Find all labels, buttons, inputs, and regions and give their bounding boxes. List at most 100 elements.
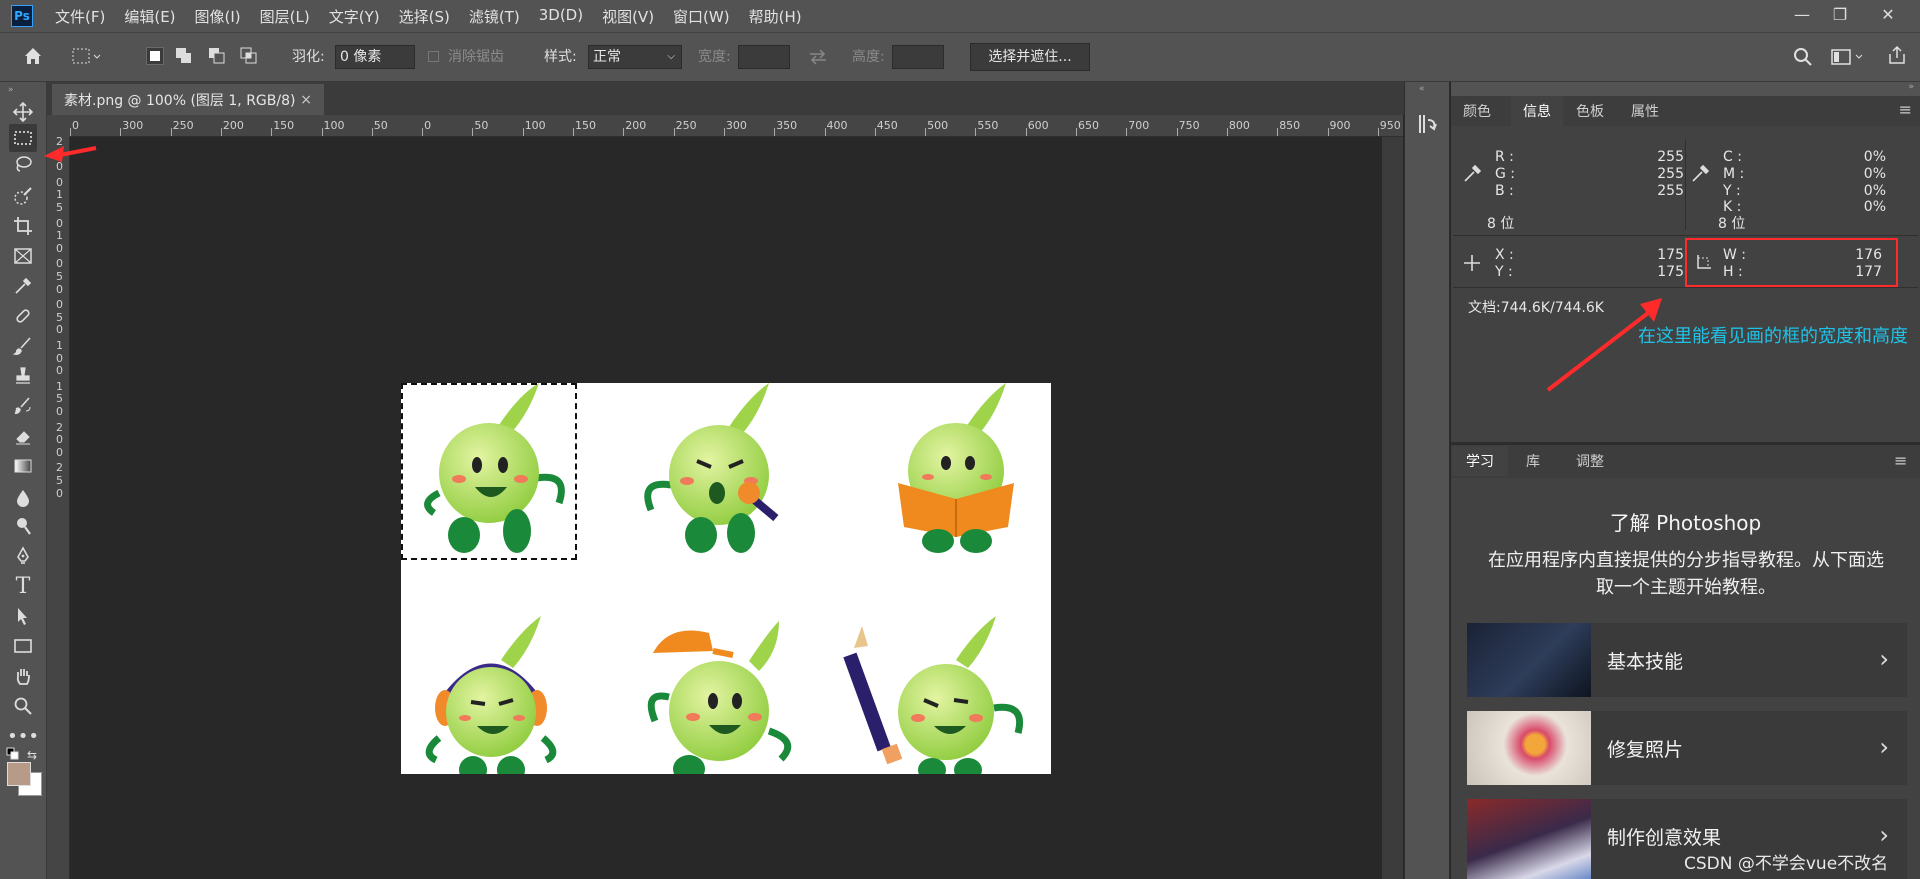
width-label: 宽度: bbox=[698, 49, 731, 65]
workspace-icon[interactable] bbox=[1830, 46, 1866, 72]
c-value: 0% bbox=[1863, 149, 1886, 165]
subtract-selection-icon[interactable] bbox=[208, 47, 226, 65]
intersect-selection-icon[interactable] bbox=[240, 47, 258, 65]
add-selection-icon[interactable] bbox=[175, 47, 193, 65]
new-selection-icon[interactable] bbox=[146, 47, 164, 65]
ruler-tick-label: 200 bbox=[222, 119, 244, 132]
pen-tool-icon[interactable] bbox=[9, 542, 37, 570]
menu-help[interactable]: 帮助(H) bbox=[749, 6, 802, 27]
gradient-tool-icon[interactable] bbox=[9, 452, 37, 480]
eraser-tool-icon[interactable] bbox=[9, 422, 37, 450]
ruler-tick-label: 0 bbox=[56, 257, 63, 271]
close-window-button[interactable]: ✕ bbox=[1868, 0, 1908, 28]
vertical-ruler[interactable]: 200015010050050100150200250 bbox=[47, 135, 70, 879]
info-divider-h2 bbox=[1453, 287, 1918, 288]
menu-select[interactable]: 选择(S) bbox=[399, 6, 450, 27]
m-label: M : bbox=[1723, 166, 1745, 182]
menu-bar: Ps 文件(F) 编辑(E) 图像(I) 图层(L) 文字(Y) 选择(S) 滤… bbox=[0, 0, 1920, 32]
rectangle-tool-icon[interactable] bbox=[9, 632, 37, 660]
history-brush-tool-icon[interactable] bbox=[9, 392, 37, 420]
frame-tool-icon[interactable] bbox=[9, 242, 37, 270]
ruler-tick-label: 50 bbox=[373, 119, 388, 132]
rectangular-marquee-tool-icon[interactable] bbox=[9, 124, 37, 152]
height-input[interactable] bbox=[892, 45, 944, 69]
info-divider-v bbox=[1685, 140, 1686, 230]
antialias-checkbox[interactable] bbox=[428, 51, 439, 62]
tab-color[interactable]: 颜色 bbox=[1451, 96, 1503, 126]
select-and-mask-button[interactable]: 选择并遮住... bbox=[970, 43, 1090, 71]
menu-type[interactable]: 文字(Y) bbox=[329, 6, 380, 27]
path-selection-tool-icon[interactable] bbox=[9, 602, 37, 630]
brush-tool-icon[interactable] bbox=[9, 332, 37, 360]
menu-3d[interactable]: 3D(D) bbox=[539, 6, 583, 27]
tab-adjustments[interactable]: 调整 bbox=[1558, 446, 1622, 476]
marquee-preset-icon[interactable] bbox=[70, 46, 102, 72]
style-select[interactable]: 正常 ⌵ bbox=[588, 45, 682, 69]
panel-menu-icon[interactable]: ≡ bbox=[1899, 100, 1912, 119]
ruler-origin[interactable] bbox=[47, 115, 70, 137]
home-icon[interactable] bbox=[22, 45, 44, 71]
swap-colors-icon[interactable]: ⇆ bbox=[27, 748, 37, 762]
type-tool-icon[interactable]: T bbox=[9, 572, 37, 600]
cmyk-bits: 8 位 bbox=[1718, 216, 1746, 232]
basic-skills-thumbnail bbox=[1467, 623, 1591, 697]
tab-info[interactable]: 信息 bbox=[1511, 96, 1563, 126]
menu-view[interactable]: 视图(V) bbox=[602, 6, 654, 27]
swap-icon[interactable] bbox=[808, 48, 828, 70]
learn-card-basic-skills[interactable]: 基本技能 › bbox=[1467, 623, 1907, 697]
learn-panel-menu-icon[interactable]: ≡ bbox=[1894, 451, 1907, 470]
menu-file[interactable]: 文件(F) bbox=[55, 6, 105, 27]
zoom-tool-icon[interactable] bbox=[9, 692, 37, 720]
restore-button[interactable]: ❐ bbox=[1820, 0, 1860, 28]
close-tab-icon[interactable]: × bbox=[300, 92, 312, 108]
crop-tool-icon[interactable] bbox=[9, 212, 37, 240]
ruler-tick-label: 1 bbox=[56, 188, 63, 202]
quick-selection-tool-icon[interactable] bbox=[9, 182, 37, 210]
menu-edit[interactable]: 编辑(E) bbox=[124, 6, 175, 27]
history-panel-icon[interactable] bbox=[1416, 112, 1440, 140]
blur-tool-icon[interactable] bbox=[9, 484, 37, 512]
feather-input[interactable]: 0 像素 bbox=[335, 45, 415, 69]
search-icon[interactable] bbox=[1792, 46, 1814, 72]
tab-learn[interactable]: 学习 bbox=[1452, 446, 1508, 476]
hand-tool-icon[interactable] bbox=[9, 662, 37, 690]
dodge-tool-icon[interactable] bbox=[9, 512, 37, 540]
minimize-button[interactable]: — bbox=[1782, 0, 1822, 28]
move-tool-icon[interactable] bbox=[9, 98, 37, 126]
learn-card-fix-photos[interactable]: 修复照片 › bbox=[1467, 711, 1907, 785]
ruler-tick-label: 150 bbox=[575, 119, 596, 132]
vertical-scrollbar[interactable] bbox=[1382, 137, 1403, 879]
document-tab[interactable]: 素材.png @ 100% (图层 1, RGB/8) × bbox=[52, 84, 324, 115]
style-select-value: 正常 bbox=[593, 49, 621, 65]
tab-libraries[interactable]: 库 bbox=[1508, 446, 1558, 476]
tool-arrow-annotation bbox=[44, 146, 97, 162]
share-icon[interactable] bbox=[1886, 44, 1908, 70]
collapse-icon[interactable]: » bbox=[8, 85, 14, 95]
marquee-selection[interactable] bbox=[401, 383, 577, 560]
more-tools-icon[interactable]: ••• bbox=[7, 722, 39, 750]
menu-image[interactable]: 图像(I) bbox=[195, 6, 241, 27]
x-value: 175 bbox=[1657, 247, 1684, 263]
menu-filter[interactable]: 滤镜(T) bbox=[469, 6, 520, 27]
foreground-color-swatch[interactable] bbox=[7, 762, 31, 786]
horizontal-ruler[interactable]: 0 300 250 200 150 100 50 0 50 100 150 200 250 300 350 4… bbox=[70, 115, 1403, 137]
y-label: Y : bbox=[1723, 183, 1741, 199]
menu-layer[interactable]: 图层(L) bbox=[260, 6, 310, 27]
tab-properties[interactable]: 属性 bbox=[1619, 96, 1671, 126]
ruler-tick-label: 1 bbox=[56, 339, 63, 352]
ruler-tick-label: 250 bbox=[675, 119, 697, 132]
ruler-tick-label: 0 bbox=[424, 119, 432, 132]
expand-icon[interactable]: « bbox=[1419, 84, 1425, 94]
clone-stamp-tool-icon[interactable] bbox=[9, 362, 37, 390]
eyedropper-cmyk-icon bbox=[1692, 164, 1710, 182]
menu-window[interactable]: 窗口(W) bbox=[673, 6, 730, 27]
eyedropper-tool-icon[interactable] bbox=[9, 272, 37, 300]
tab-swatches[interactable]: 色板 bbox=[1564, 96, 1616, 126]
ruler-tick-label: 250 bbox=[172, 119, 194, 132]
panel-collapse-icon[interactable]: » bbox=[1908, 82, 1914, 92]
lasso-tool-icon[interactable] bbox=[9, 150, 37, 178]
healing-brush-tool-icon[interactable] bbox=[9, 302, 37, 330]
width-input[interactable] bbox=[738, 45, 790, 69]
ruler-tick-mark bbox=[1377, 128, 1379, 136]
ruler-tick-mark bbox=[874, 128, 876, 136]
